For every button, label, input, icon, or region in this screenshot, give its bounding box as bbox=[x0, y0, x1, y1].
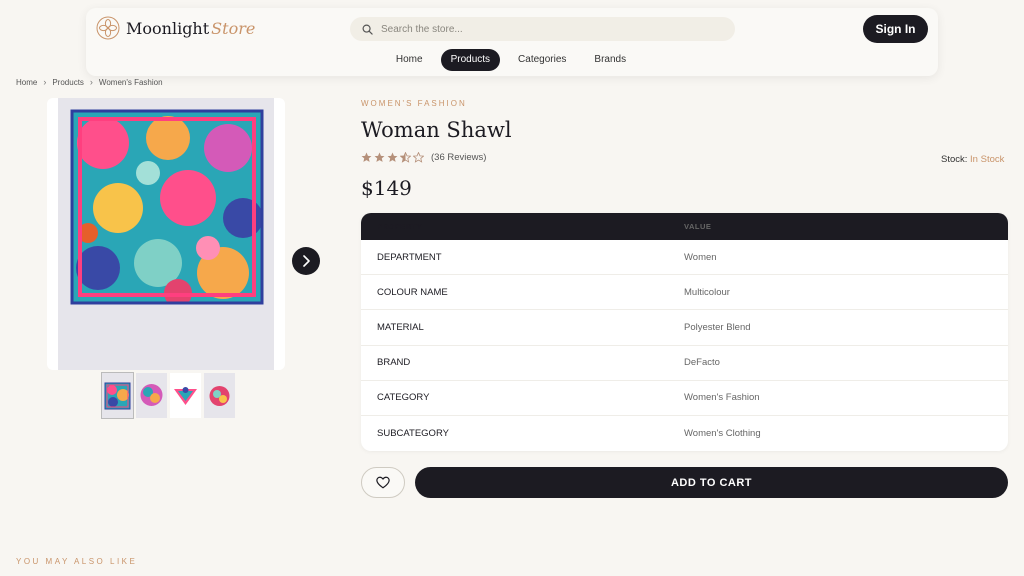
property-name: DEPARTMENT bbox=[377, 251, 442, 263]
star-icon bbox=[374, 152, 385, 162]
product-main-image[interactable] bbox=[47, 98, 285, 370]
thumbnail[interactable] bbox=[136, 373, 167, 418]
property-value: Women's Clothing bbox=[684, 428, 761, 440]
breadcrumb: Home › Products › Women's Fashion bbox=[16, 77, 163, 87]
column-header-property: PROPERTY bbox=[377, 222, 423, 231]
wishlist-button[interactable] bbox=[361, 467, 405, 498]
thumbnail-strip bbox=[101, 372, 235, 419]
star-empty-icon bbox=[413, 152, 424, 163]
star-icon bbox=[387, 152, 398, 162]
properties-table: PROPERTY VALUE DEPARTMENT Women COLOUR N… bbox=[361, 213, 1008, 451]
property-name: CATEGORY bbox=[377, 392, 430, 404]
stock-label: Stock: bbox=[941, 154, 968, 165]
search-bar[interactable] bbox=[350, 17, 735, 41]
property-value: Women bbox=[684, 251, 717, 263]
star-icon bbox=[361, 152, 372, 162]
thumbnail[interactable] bbox=[170, 373, 201, 418]
breadcrumb-products[interactable]: Products bbox=[52, 78, 84, 87]
table-row: SUBCATEGORY Women's Clothing bbox=[361, 416, 1008, 451]
column-header-value: VALUE bbox=[684, 222, 712, 231]
search-icon bbox=[362, 24, 373, 35]
table-row: BRAND DeFacto bbox=[361, 346, 1008, 381]
nav-brands[interactable]: Brands bbox=[584, 49, 636, 71]
table-row: DEPARTMENT Women bbox=[361, 240, 1008, 276]
shawl-thumbnail-image bbox=[174, 386, 197, 405]
table-row: MATERIAL Polyester Blend bbox=[361, 310, 1008, 346]
shawl-thumbnail-image bbox=[209, 385, 230, 406]
main-nav: Home Products Categories Brands bbox=[86, 49, 938, 71]
property-name: SUBCATEGORY bbox=[377, 428, 449, 440]
product-title: Woman Shawl bbox=[361, 118, 512, 142]
logo-flower-icon bbox=[96, 16, 120, 40]
table-row: COLOUR NAME Multicolour bbox=[361, 275, 1008, 311]
stock-value: In Stock bbox=[970, 154, 1005, 165]
product-price: $149 bbox=[361, 176, 412, 200]
property-name: COLOUR NAME bbox=[377, 286, 448, 298]
heart-icon bbox=[376, 476, 390, 489]
table-header: PROPERTY VALUE bbox=[361, 213, 1008, 240]
add-to-cart-button[interactable]: ADD TO CART bbox=[415, 467, 1008, 498]
property-name: MATERIAL bbox=[377, 321, 424, 333]
sign-in-button[interactable]: Sign In bbox=[863, 15, 928, 43]
breadcrumb-current: Women's Fashion bbox=[98, 77, 163, 87]
stock-status: Stock: In Stock bbox=[941, 154, 1004, 165]
next-image-button[interactable] bbox=[292, 247, 320, 275]
shawl-image bbox=[70, 109, 264, 305]
thumbnail[interactable] bbox=[204, 373, 235, 418]
property-name: BRAND bbox=[377, 357, 411, 369]
product-rating: (36 Reviews) bbox=[361, 152, 486, 163]
breadcrumb-home[interactable]: Home bbox=[16, 78, 37, 87]
thumbnail[interactable] bbox=[101, 372, 134, 419]
nav-home[interactable]: Home bbox=[386, 49, 433, 71]
review-count[interactable]: (36 Reviews) bbox=[431, 152, 486, 163]
shawl-thumbnail-image bbox=[140, 383, 163, 406]
store-name: Moonlight Store bbox=[126, 18, 256, 38]
recommendations-heading: YOU MAY ALSO LIKE bbox=[16, 557, 138, 566]
nav-categories[interactable]: Categories bbox=[508, 49, 576, 71]
chevron-right-icon bbox=[303, 255, 310, 267]
store-logo[interactable]: Moonlight Store bbox=[96, 16, 255, 40]
site-header: MoonlightStore Sign In Home Products Cat… bbox=[86, 8, 938, 76]
chevron-right-icon: › bbox=[43, 77, 47, 87]
property-value: Polyester Blend bbox=[684, 321, 751, 333]
table-row: CATEGORY Women's Fashion bbox=[361, 381, 1008, 416]
nav-products[interactable]: Products bbox=[440, 49, 501, 71]
product-category[interactable]: WOMEN'S FASHION bbox=[361, 99, 467, 108]
star-half-icon bbox=[400, 152, 411, 163]
store-name-accent: Store bbox=[211, 18, 256, 38]
chevron-right-icon: › bbox=[89, 77, 93, 87]
property-value: Multicolour bbox=[684, 286, 730, 298]
property-value: Women's Fashion bbox=[684, 392, 760, 404]
shawl-thumbnail-image bbox=[104, 382, 131, 409]
search-input[interactable] bbox=[381, 23, 701, 35]
product-image-backdrop bbox=[58, 98, 274, 370]
property-value: DeFacto bbox=[684, 357, 720, 369]
